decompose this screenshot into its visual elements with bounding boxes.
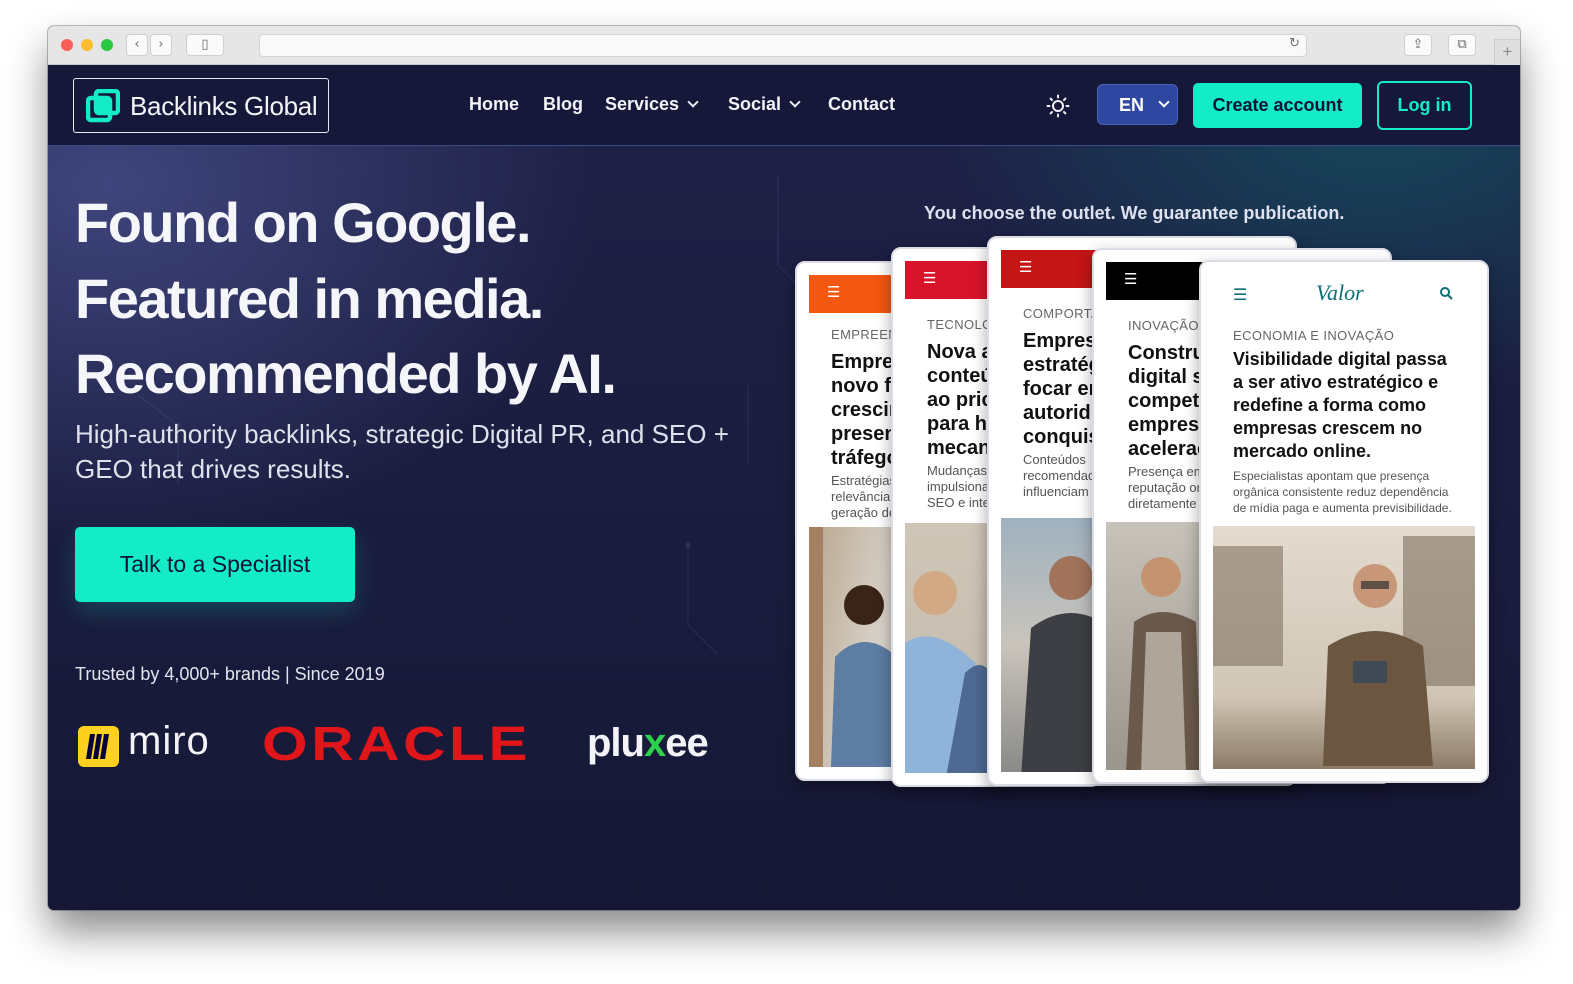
nav-social-label: Social: [728, 94, 782, 114]
article-desc-line: orgânica consistente reduz dependência: [1233, 485, 1449, 499]
article-desc-line: reputação or: [1128, 480, 1201, 495]
article-title-line: redefine a forma como: [1233, 395, 1427, 415]
article-desc-line: Estratégias: [831, 473, 897, 488]
article-title-line: Constru: [1128, 342, 1205, 364]
article-title-line: Nova a: [927, 341, 993, 363]
chevron-down-icon: [789, 96, 801, 108]
article-desc-line: Conteúdos: [1023, 452, 1086, 467]
article-title-line: focar er: [1023, 378, 1097, 400]
article-title-line: digital s: [1128, 366, 1204, 388]
article-title-line: conteú: [927, 365, 993, 387]
chevron-down-icon: [1158, 96, 1170, 108]
article-title-line: ao pric: [927, 389, 993, 411]
article-desc-line: geração de: [831, 505, 897, 520]
article-category: ECONOMIA E INOVAÇÃO: [1233, 328, 1395, 343]
hero-heading-line-3: Recommended by AI.: [75, 342, 617, 405]
back-icon[interactable]: ‹: [126, 34, 148, 56]
trust-line: Trusted by 4,000+ brands | Since 2019: [75, 664, 385, 684]
browser-toolbar: ‹ › ▯ ↻ ⇪ ⧉ +: [48, 26, 1520, 65]
sidebar-toggle-icon[interactable]: ▯: [186, 34, 224, 56]
menu-icon: ☰: [827, 283, 841, 301]
article-title-line: a ser ativo estratégico e: [1233, 372, 1439, 392]
article-desc-line: diretamente: [1128, 496, 1197, 511]
miro-logo: miro: [128, 719, 210, 763]
logo-wordmark: Backlinks Global: [130, 91, 318, 121]
new-tab-button[interactable]: +: [1494, 39, 1520, 65]
pluxee-logo-part: ee: [665, 721, 708, 765]
article-title-line: autorid: [1023, 402, 1091, 424]
article-title-line: acelerac: [1128, 438, 1209, 460]
reload-icon[interactable]: ↻: [1289, 36, 1300, 51]
article-title-line: mecan: [927, 437, 991, 459]
article-title-line: Empre: [831, 351, 894, 373]
language-value: EN: [1119, 95, 1145, 115]
menu-icon: ☰: [923, 269, 937, 287]
create-account-button[interactable]: Create account: [1193, 83, 1362, 128]
article-category: COMPORTA: [1023, 306, 1101, 321]
article-title-line: mercado online.: [1233, 441, 1372, 461]
hero-heading-line-2: Featured in media.: [75, 267, 544, 330]
article-title-line: empresa: [1128, 414, 1211, 436]
miro-logo-icon: [78, 726, 119, 767]
page: Backlinks Global Home Blog Services Soci…: [48, 65, 1520, 910]
article-desc-line: Presença em: [1128, 464, 1205, 479]
zoom-window-button[interactable]: [101, 39, 113, 51]
language-select[interactable]: EN: [1097, 84, 1178, 125]
share-icon[interactable]: ⇪: [1404, 34, 1432, 56]
nav-home[interactable]: Home: [469, 94, 519, 115]
site-logo[interactable]: Backlinks Global: [73, 78, 329, 133]
hero-heading-line-1: Found on Google.: [75, 191, 532, 254]
article-desc-line: Mudanças: [927, 463, 987, 478]
valor-masthead: Valor: [1316, 280, 1364, 305]
article-title-line: Visibilidade digital passa: [1233, 349, 1447, 369]
oracle-logo: ORACLE: [262, 718, 532, 771]
article-title-line: para h: [927, 413, 988, 435]
search-icon[interactable]: [1439, 286, 1453, 300]
article-title-line: presen: [831, 423, 897, 445]
pluxee-logo-part: plu: [587, 721, 645, 765]
article-title-line: empresas crescem no: [1233, 418, 1423, 438]
article-desc-line: relevância: [831, 489, 891, 504]
article-title-line: competi: [1128, 390, 1205, 412]
pluxee-logo-x: x: [643, 721, 666, 765]
article-desc-line: Especialistas apontam que presença: [1233, 469, 1430, 483]
nav-services-label: Services: [605, 94, 680, 114]
article-desc-line: recomendad: [1023, 468, 1096, 483]
article-title-line: tráfego: [831, 447, 899, 469]
article-title-line: conquis: [1023, 426, 1100, 448]
close-window-button[interactable]: [61, 39, 73, 51]
tabs-overview-icon[interactable]: ⧉: [1448, 34, 1476, 56]
sun-icon[interactable]: [1046, 94, 1070, 118]
article-desc-line: de mídia paga e aumenta previsibilidade.: [1233, 501, 1452, 515]
forward-icon[interactable]: ›: [150, 34, 172, 56]
article-desc-line: influenciam: [1023, 484, 1089, 499]
chevron-down-icon: [687, 96, 699, 108]
logo-mark-icon: [86, 89, 120, 123]
pluxee-logo: pluxee: [587, 721, 709, 766]
article-desc-line: impulsiona: [927, 479, 990, 494]
menu-icon: ☰: [1019, 258, 1033, 276]
talk-to-specialist-button[interactable]: Talk to a Specialist: [75, 527, 355, 602]
article-card[interactable]: ☰ Valor ECONOMIA E INOVAÇÃO Visibilidade…: [1199, 260, 1489, 783]
article-category: EMPREEN: [831, 327, 899, 342]
showcase-caption: You choose the outlet. We guarantee publ…: [924, 203, 1345, 223]
article-category: TECNOLO: [927, 317, 993, 332]
login-button[interactable]: Log in: [1377, 81, 1472, 130]
menu-icon: ☰: [1124, 270, 1138, 288]
nav-services[interactable]: Services: [605, 94, 699, 115]
address-bar[interactable]: ↻: [259, 34, 1307, 57]
article-title-line: estratég: [1023, 354, 1101, 376]
article-photo: [1213, 526, 1475, 769]
nav-social[interactable]: Social: [728, 94, 801, 115]
article-desc-line: SEO e inte: [927, 495, 990, 510]
article-title-line: novo f: [831, 375, 891, 397]
nav-contact[interactable]: Contact: [828, 94, 895, 115]
hero-subtitle: High-authority backlinks, strategic Digi…: [75, 419, 729, 484]
article-title-line: Empres: [1023, 330, 1097, 352]
nav-blog[interactable]: Blog: [543, 94, 583, 115]
menu-icon[interactable]: ☰: [1233, 285, 1247, 304]
minimize-window-button[interactable]: [81, 39, 93, 51]
browser-window: ‹ › ▯ ↻ ⇪ ⧉ + Backlinks Global Home Blog…: [48, 26, 1520, 910]
